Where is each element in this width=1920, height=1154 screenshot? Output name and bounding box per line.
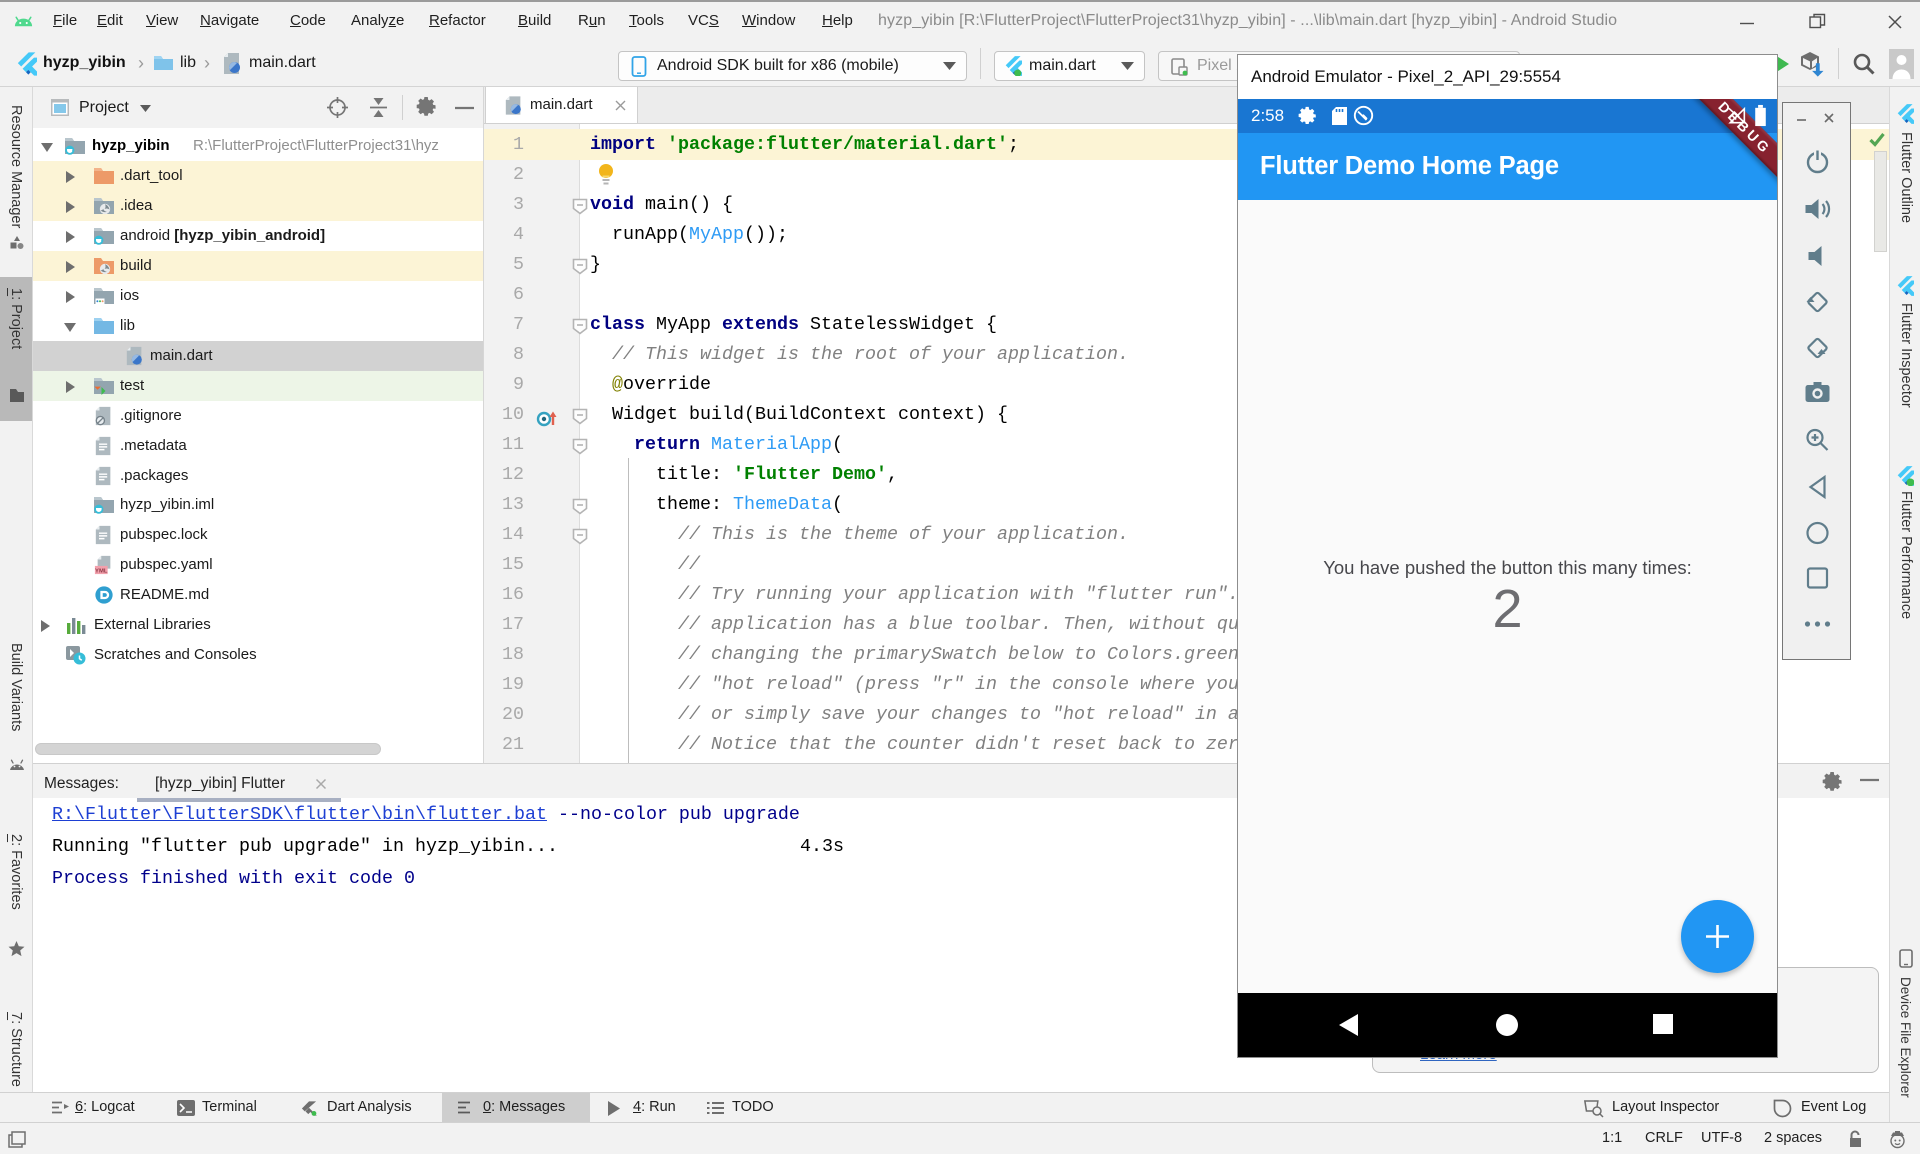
svg-text:YML: YML	[95, 568, 108, 574]
